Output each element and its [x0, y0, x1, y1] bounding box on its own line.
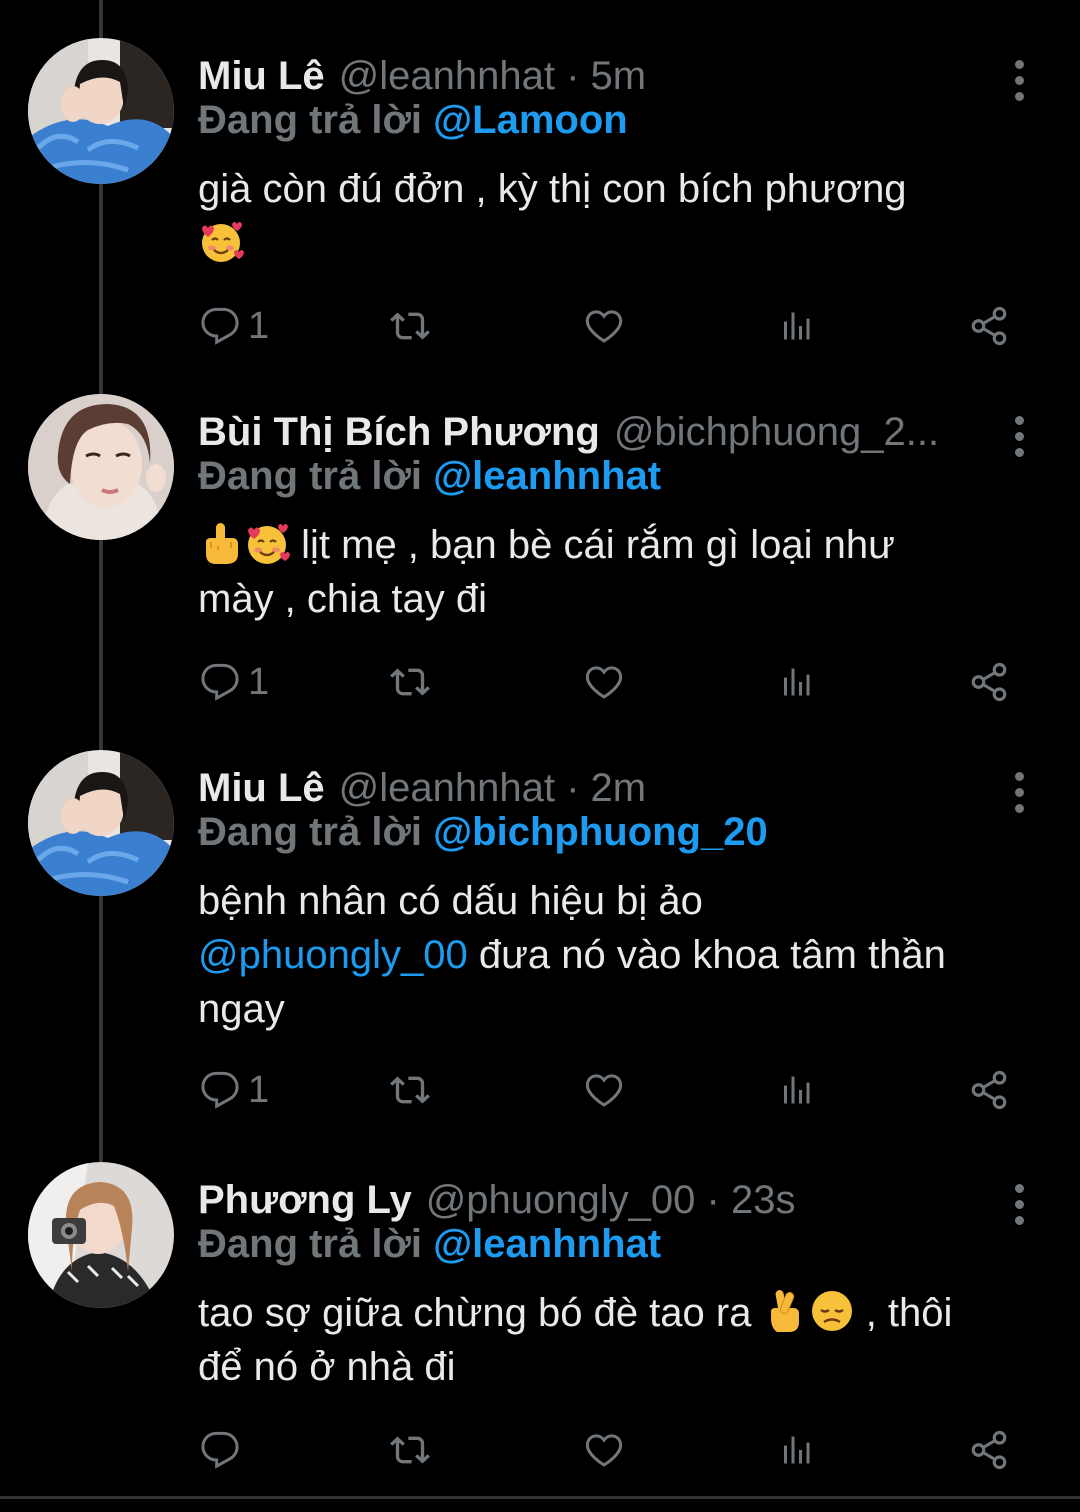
retweet-button[interactable]	[388, 652, 432, 712]
tweet-text-line: bệnh nhân có dấu hiệu bị ảo	[198, 879, 703, 923]
views-button[interactable]	[778, 1420, 814, 1480]
retweet-icon	[390, 668, 430, 696]
tweet-text: bệnh nhân có dấu hiệu bị ảo @phuongly_00…	[198, 874, 1048, 1036]
retweet-button[interactable]	[388, 1060, 432, 1120]
display-name[interactable]: Miu Lê	[198, 766, 325, 811]
tweet-text-line: mày , chia tay đi	[198, 577, 488, 621]
reply-button[interactable]: 1	[200, 1060, 269, 1120]
like-button[interactable]	[583, 1060, 625, 1120]
replying-to-label: Đang trả lời	[198, 810, 423, 854]
views-button[interactable]	[778, 652, 814, 712]
replying-to: Đang trả lời @bichphuong_20	[198, 810, 768, 855]
tweet-text-line: , thôi	[854, 1291, 953, 1335]
replying-to-mention[interactable]: @bichphuong_20	[433, 810, 768, 854]
more-vertical-icon[interactable]	[1004, 50, 1034, 110]
reply-count: 1	[248, 1068, 270, 1111]
reply-count: 1	[248, 304, 270, 347]
tweet-text: già còn đú đởn , kỳ thị con bích phương	[198, 162, 1048, 270]
display-name[interactable]: Bùi Thị Bích Phương	[198, 410, 600, 455]
reply-icon	[201, 663, 239, 701]
tweet-text-line: lịt mẹ , bạn bè cái rắm gì loại như	[301, 523, 895, 567]
retweet-button[interactable]	[388, 1420, 432, 1480]
like-button[interactable]	[583, 1420, 625, 1480]
tweet[interactable]: Miu Lê @leanhnhat · 5m Đang trả lời @Lam…	[0, 38, 1080, 358]
handle-timestamp[interactable]: @leanhnhat · 5m	[339, 54, 646, 99]
heart-icon	[585, 310, 623, 343]
tweet-text-line: đưa nó vào khoa tâm thần	[467, 933, 946, 977]
share-icon	[971, 662, 1007, 702]
share-icon	[971, 1430, 1007, 1470]
handle-timestamp[interactable]: @phuongly_00 · 23s	[426, 1178, 796, 1223]
share-button[interactable]	[968, 296, 1010, 356]
tweet-text-line: già còn đú đởn , kỳ thị con bích phương	[198, 167, 907, 211]
smiling-face-with-hearts-emoji	[244, 520, 290, 566]
replying-to-mention[interactable]: @Lamoon	[433, 98, 628, 142]
tweet-actions: 1	[198, 1060, 1028, 1120]
tweet-text-line: để nó ở nhà đi	[198, 1345, 456, 1389]
tweet[interactable]: Phương Ly @phuongly_00 · 23s Đang trả lờ…	[0, 1162, 1080, 1492]
replying-to: Đang trả lời @leanhnhat	[198, 1222, 661, 1267]
tweet-text: tao sợ giữa chừng bó đè tao ra , thôi để…	[198, 1286, 1048, 1394]
analytics-icon	[784, 668, 810, 696]
heart-icon	[585, 1074, 623, 1107]
reply-icon	[201, 1431, 239, 1469]
tweet[interactable]: Miu Lê @leanhnhat · 2m Đang trả lời @bic…	[0, 750, 1080, 1130]
analytics-icon	[784, 1076, 810, 1104]
retweet-icon	[390, 1076, 430, 1104]
reply-icon	[201, 307, 239, 345]
analytics-icon	[784, 312, 810, 340]
avatar[interactable]	[28, 1162, 174, 1308]
replying-to: Đang trả lời @leanhnhat	[198, 454, 661, 499]
replying-to-label: Đang trả lời	[198, 98, 423, 142]
more-vertical-icon[interactable]	[1004, 1174, 1034, 1234]
reply-button[interactable]: 1	[200, 296, 269, 356]
share-icon	[971, 306, 1007, 346]
heart-icon	[585, 1434, 623, 1467]
retweet-button[interactable]	[388, 296, 432, 356]
replying-to-label: Đang trả lời	[198, 454, 423, 498]
views-button[interactable]	[778, 1060, 814, 1120]
tweet-text-line: tao sợ giữa chừng bó đè tao ra	[198, 1291, 752, 1335]
more-vertical-icon[interactable]	[1004, 406, 1034, 466]
reply-icon	[201, 1071, 239, 1109]
handle-timestamp[interactable]: @bichphuong_2...	[614, 410, 939, 455]
share-button[interactable]	[968, 1420, 1010, 1480]
tweet[interactable]: Bùi Thị Bích Phương @bichphuong_2... Đan…	[0, 394, 1080, 724]
avatar[interactable]	[28, 38, 174, 184]
like-button[interactable]	[583, 296, 625, 356]
crossed-fingers-emoji	[763, 1288, 809, 1334]
replying-to-mention[interactable]: @leanhnhat	[433, 1222, 661, 1266]
tweet-mention[interactable]: @phuongly_00	[198, 933, 468, 977]
tweet-text: lịt mẹ , bạn bè cái rắm gì loại như mày …	[198, 518, 1048, 626]
share-button[interactable]	[968, 1060, 1010, 1120]
more-vertical-icon[interactable]	[1004, 762, 1034, 822]
avatar[interactable]	[28, 750, 174, 896]
tweet-actions: 1	[198, 652, 1028, 712]
avatar[interactable]	[28, 394, 174, 540]
retweet-icon	[390, 312, 430, 340]
display-name[interactable]: Miu Lê	[198, 54, 325, 99]
reply-button[interactable]	[200, 1420, 248, 1480]
tweet-actions: 1	[198, 296, 1028, 356]
reply-button[interactable]: 1	[200, 652, 269, 712]
views-button[interactable]	[778, 296, 814, 356]
replying-to-mention[interactable]: @leanhnhat	[433, 454, 661, 498]
divider	[0, 1496, 1080, 1499]
like-button[interactable]	[583, 652, 625, 712]
smiling-face-with-hearts-emoji	[198, 218, 244, 264]
analytics-icon	[784, 1436, 810, 1464]
replying-to-label: Đang trả lời	[198, 1222, 423, 1266]
replying-to: Đang trả lời @Lamoon	[198, 98, 628, 143]
display-name[interactable]: Phương Ly	[198, 1178, 412, 1223]
share-icon	[971, 1070, 1007, 1110]
heart-icon	[585, 666, 623, 699]
retweet-icon	[390, 1436, 430, 1464]
share-button[interactable]	[968, 652, 1010, 712]
middle-finger-emoji	[198, 520, 244, 566]
reply-count: 1	[248, 660, 270, 703]
handle-timestamp[interactable]: @leanhnhat · 2m	[339, 766, 646, 811]
disappointed-face-emoji	[809, 1288, 855, 1334]
tweet-actions	[198, 1420, 1028, 1480]
tweet-text-line: ngay	[198, 987, 285, 1031]
